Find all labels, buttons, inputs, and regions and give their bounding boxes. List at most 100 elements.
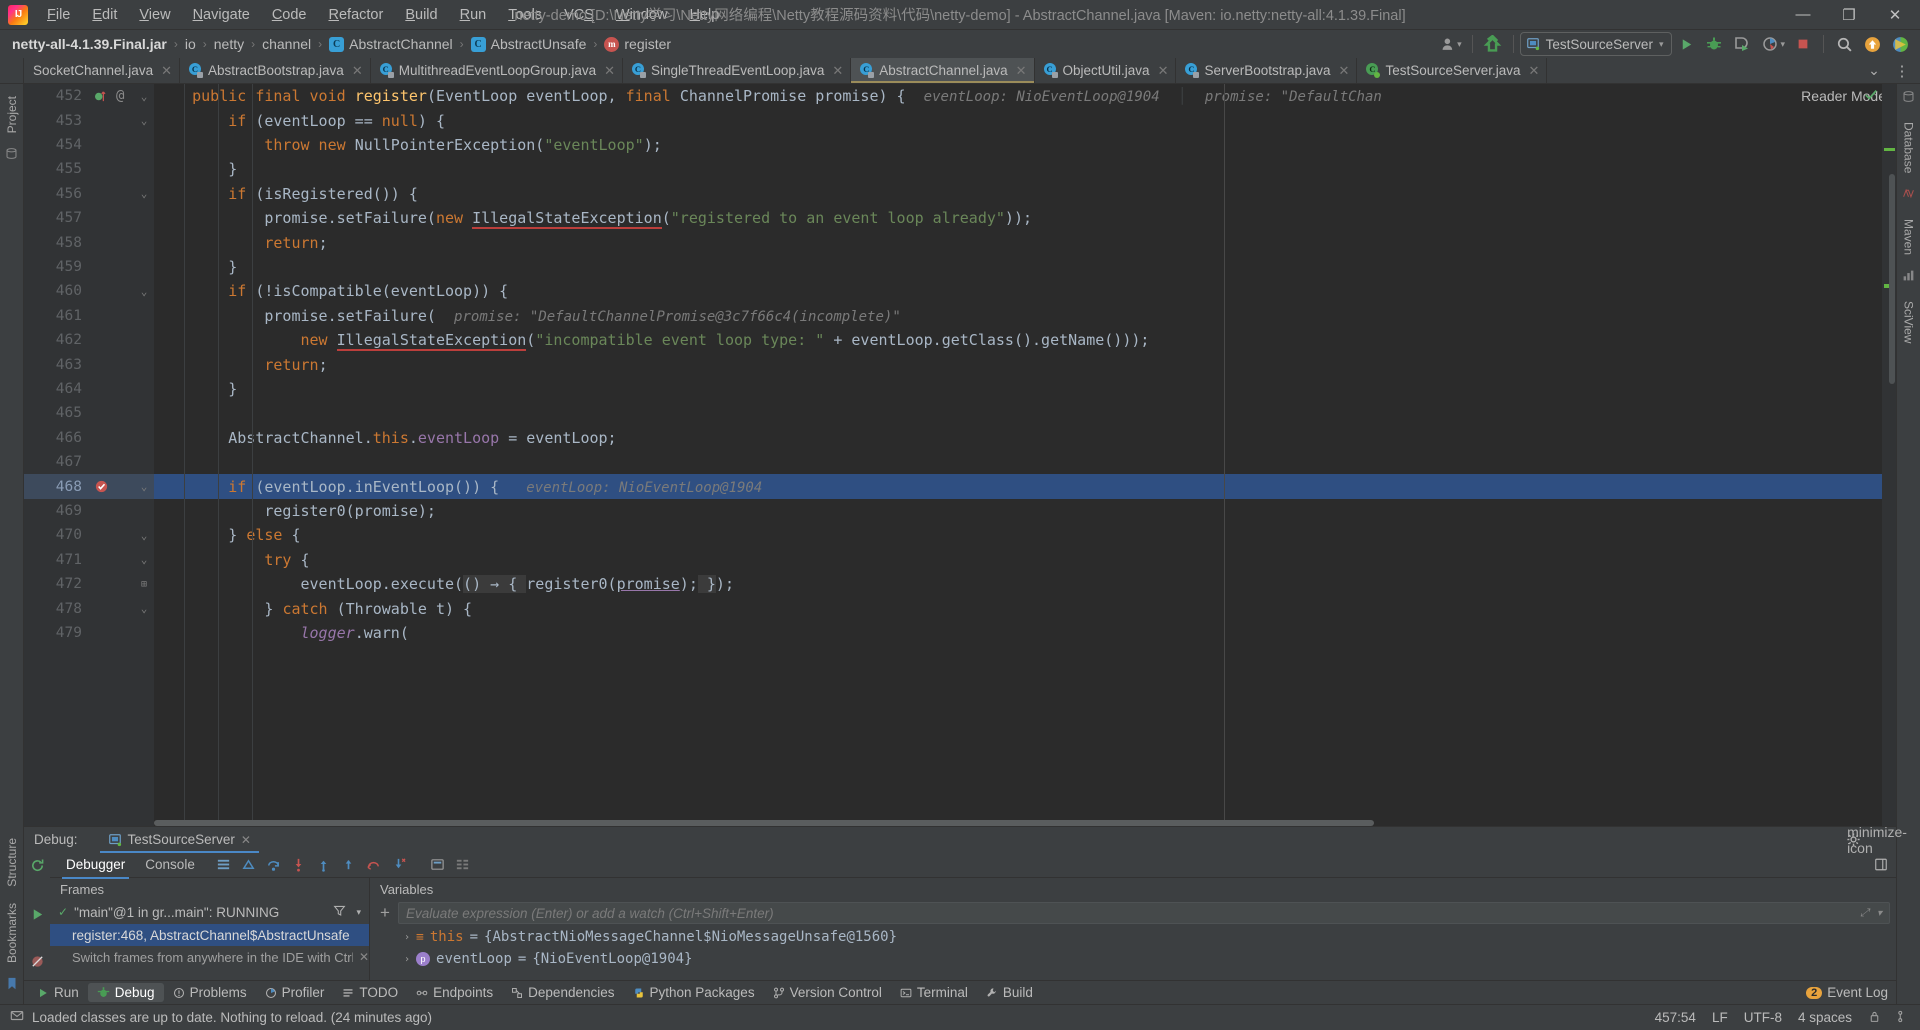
editor-tab-objectutil[interactable]: C ObjectUtil.java ✕ [1035, 58, 1177, 83]
editor-tab-socketchannel[interactable]: SocketChannel.java ✕ [24, 58, 180, 83]
menu-tools[interactable]: Tools [497, 3, 553, 27]
menu-file[interactable]: File [36, 3, 81, 27]
chevron-down-icon[interactable]: ▾ [1457, 39, 1462, 50]
fold-icon[interactable]: ⌄ [132, 114, 156, 127]
menu-build[interactable]: Build [394, 3, 448, 27]
minimize-button[interactable]: — [1780, 0, 1826, 30]
bottom-tab-run[interactable]: Run [28, 983, 88, 1002]
code-line-479[interactable]: 479 logger.warn( [24, 621, 1896, 645]
bottom-tab-python-packages[interactable]: Python Packages [624, 983, 764, 1002]
encoding[interactable]: UTF-8 [1744, 1010, 1782, 1025]
inspection-status-icon[interactable] [1864, 88, 1878, 107]
chevron-down-icon[interactable]: ▾ [1780, 39, 1785, 50]
database-strip-icon[interactable] [5, 147, 18, 165]
step-into-icon[interactable] [288, 855, 310, 875]
menu-help[interactable]: Help [678, 3, 730, 27]
sidebar-item-database[interactable]: Database [1902, 114, 1916, 181]
tab-close-icon[interactable]: ✕ [1158, 63, 1169, 79]
fold-icon[interactable]: ⌄ [132, 529, 156, 542]
menu-edit[interactable]: Edit [81, 3, 128, 27]
minimize-icon[interactable]: minimize-icon [1847, 824, 1907, 856]
expand-icon[interactable]: ⤢ [1860, 907, 1869, 920]
breadcrumb-abstractunsafe[interactable]: C AbstractUnsafe [469, 35, 589, 53]
menu-run[interactable]: Run [449, 3, 498, 27]
code-line-471[interactable]: 471 ⌄ try { [24, 548, 1896, 572]
bottom-tab-dependencies[interactable]: Dependencies [502, 983, 623, 1002]
menu-navigate[interactable]: Navigate [182, 3, 261, 27]
filter-icon[interactable] [333, 904, 346, 920]
lock-icon[interactable] [1868, 1010, 1881, 1026]
fold-icon[interactable]: ⌄ [132, 285, 156, 298]
code-line-455[interactable]: 455 } [24, 157, 1896, 181]
caret-position[interactable]: 457:54 [1655, 1010, 1696, 1025]
colors-icon[interactable] [1886, 32, 1914, 56]
code-line-465[interactable]: 465 [24, 401, 1896, 425]
code-line-468[interactable]: 468 ⌄ if (eventLoop.inEventLoop()) { eve… [24, 474, 1896, 498]
show-execution-point-icon[interactable] [238, 855, 260, 875]
code-line-469[interactable]: 469 register0(promise); [24, 499, 1896, 523]
indent-setting[interactable]: 4 spaces [1798, 1010, 1852, 1025]
event-log-button[interactable]: 2 Event Log [1806, 985, 1888, 1000]
code-line-464[interactable]: 464 } [24, 377, 1896, 401]
variable-row-eventloop[interactable]: › p eventLoop = {NioEventLoop@1904} [370, 948, 1896, 970]
chevron-down-icon[interactable]: ▾ [352, 907, 365, 918]
bottom-tab-terminal[interactable]: Terminal [891, 983, 977, 1002]
ide-update-icon[interactable] [1858, 32, 1886, 56]
sidebar-item-maven[interactable]: Maven [1902, 211, 1916, 263]
menu-code[interactable]: Code [261, 3, 318, 27]
breadcrumb-abstractchannel[interactable]: C AbstractChannel [327, 35, 455, 53]
sciview-icon[interactable] [1902, 269, 1915, 287]
run-icon[interactable] [1672, 32, 1700, 56]
sidebar-item-structure[interactable]: Structure [5, 830, 19, 895]
fold-expand-icon[interactable]: ⊞ [132, 579, 156, 590]
branch-icon[interactable] [1897, 1010, 1910, 1026]
code-line-462[interactable]: 462 new IllegalStateException("incompati… [24, 328, 1896, 352]
code-line-457[interactable]: 457 promise.setFailure(new IllegalStateE… [24, 206, 1896, 230]
debug-session-close-icon[interactable]: ✕ [241, 833, 251, 847]
chevron-down-icon[interactable]: ▾ [1877, 908, 1882, 919]
message-icon[interactable] [6, 1009, 32, 1026]
search-everywhere-icon[interactable] [1830, 32, 1858, 56]
code-line-459[interactable]: 459 } [24, 255, 1896, 279]
evaluate-expression-icon[interactable] [427, 855, 449, 875]
code-line-456[interactable]: 456 ⌄ if (isRegistered()) { [24, 182, 1896, 206]
chevron-right-icon[interactable]: › [404, 932, 410, 943]
sidebar-item-sciview[interactable]: SciView [1902, 293, 1916, 351]
tab-close-icon[interactable]: ✕ [352, 63, 363, 79]
maximize-button[interactable]: ❐ [1826, 0, 1872, 30]
bottom-tab-todo[interactable]: TODO [333, 983, 407, 1002]
tab-close-icon[interactable]: ✕ [1529, 63, 1540, 79]
code-line-470[interactable]: 470 ⌄ } else { [24, 523, 1896, 547]
code-line-460[interactable]: 460 ⌄ if (!isCompatible(eventLoop)) { [24, 279, 1896, 303]
maven-icon[interactable] [1902, 187, 1915, 205]
breadcrumb-register[interactable]: m register [602, 35, 673, 53]
code-line-472[interactable]: 472 ⊞ eventLoop.execute(() → { register0… [24, 572, 1896, 596]
code-line-467[interactable]: 467 [24, 450, 1896, 474]
close-button[interactable]: ✕ [1872, 0, 1918, 30]
editor-tab-abstractbootstrap[interactable]: C AbstractBootstrap.java ✕ [180, 58, 371, 83]
vcs-update-icon[interactable] [1479, 32, 1507, 56]
sidebar-item-project[interactable]: Project [5, 88, 19, 141]
breadcrumb-netty[interactable]: netty [212, 35, 246, 53]
run-configuration-selector[interactable]: TestSourceServer ▾ [1519, 32, 1673, 56]
step-over-icon[interactable] [263, 855, 285, 875]
database-icon[interactable] [1902, 90, 1915, 108]
bottom-tab-profiler[interactable]: Profiler [256, 983, 334, 1002]
menu-view[interactable]: View [128, 3, 181, 27]
tab-close-icon[interactable]: ✕ [1016, 63, 1027, 79]
bookmark-strip-icon[interactable] [6, 977, 18, 996]
menu-refactor[interactable]: Refactor [318, 3, 395, 27]
code-line-463[interactable]: 463 return; [24, 352, 1896, 376]
code-line-466[interactable]: 466 AbstractChannel.this.eventLoop = eve… [24, 426, 1896, 450]
tab-debugger[interactable]: Debugger [56, 854, 135, 879]
scrollbar-thumb[interactable] [1889, 174, 1895, 384]
fold-icon[interactable]: ⌄ [132, 90, 156, 103]
breadcrumb-io[interactable]: io [183, 35, 198, 53]
status-message[interactable]: Loaded classes are up to date. Nothing t… [32, 1010, 432, 1025]
debug-icon[interactable] [1700, 32, 1728, 56]
drop-frame-icon[interactable] [363, 855, 385, 875]
run-to-cursor-icon[interactable] [388, 855, 410, 875]
code-line-458[interactable]: 458 return; [24, 230, 1896, 254]
editor-scrollbar[interactable] [1882, 84, 1896, 826]
fold-icon[interactable]: ⌄ [132, 553, 156, 566]
